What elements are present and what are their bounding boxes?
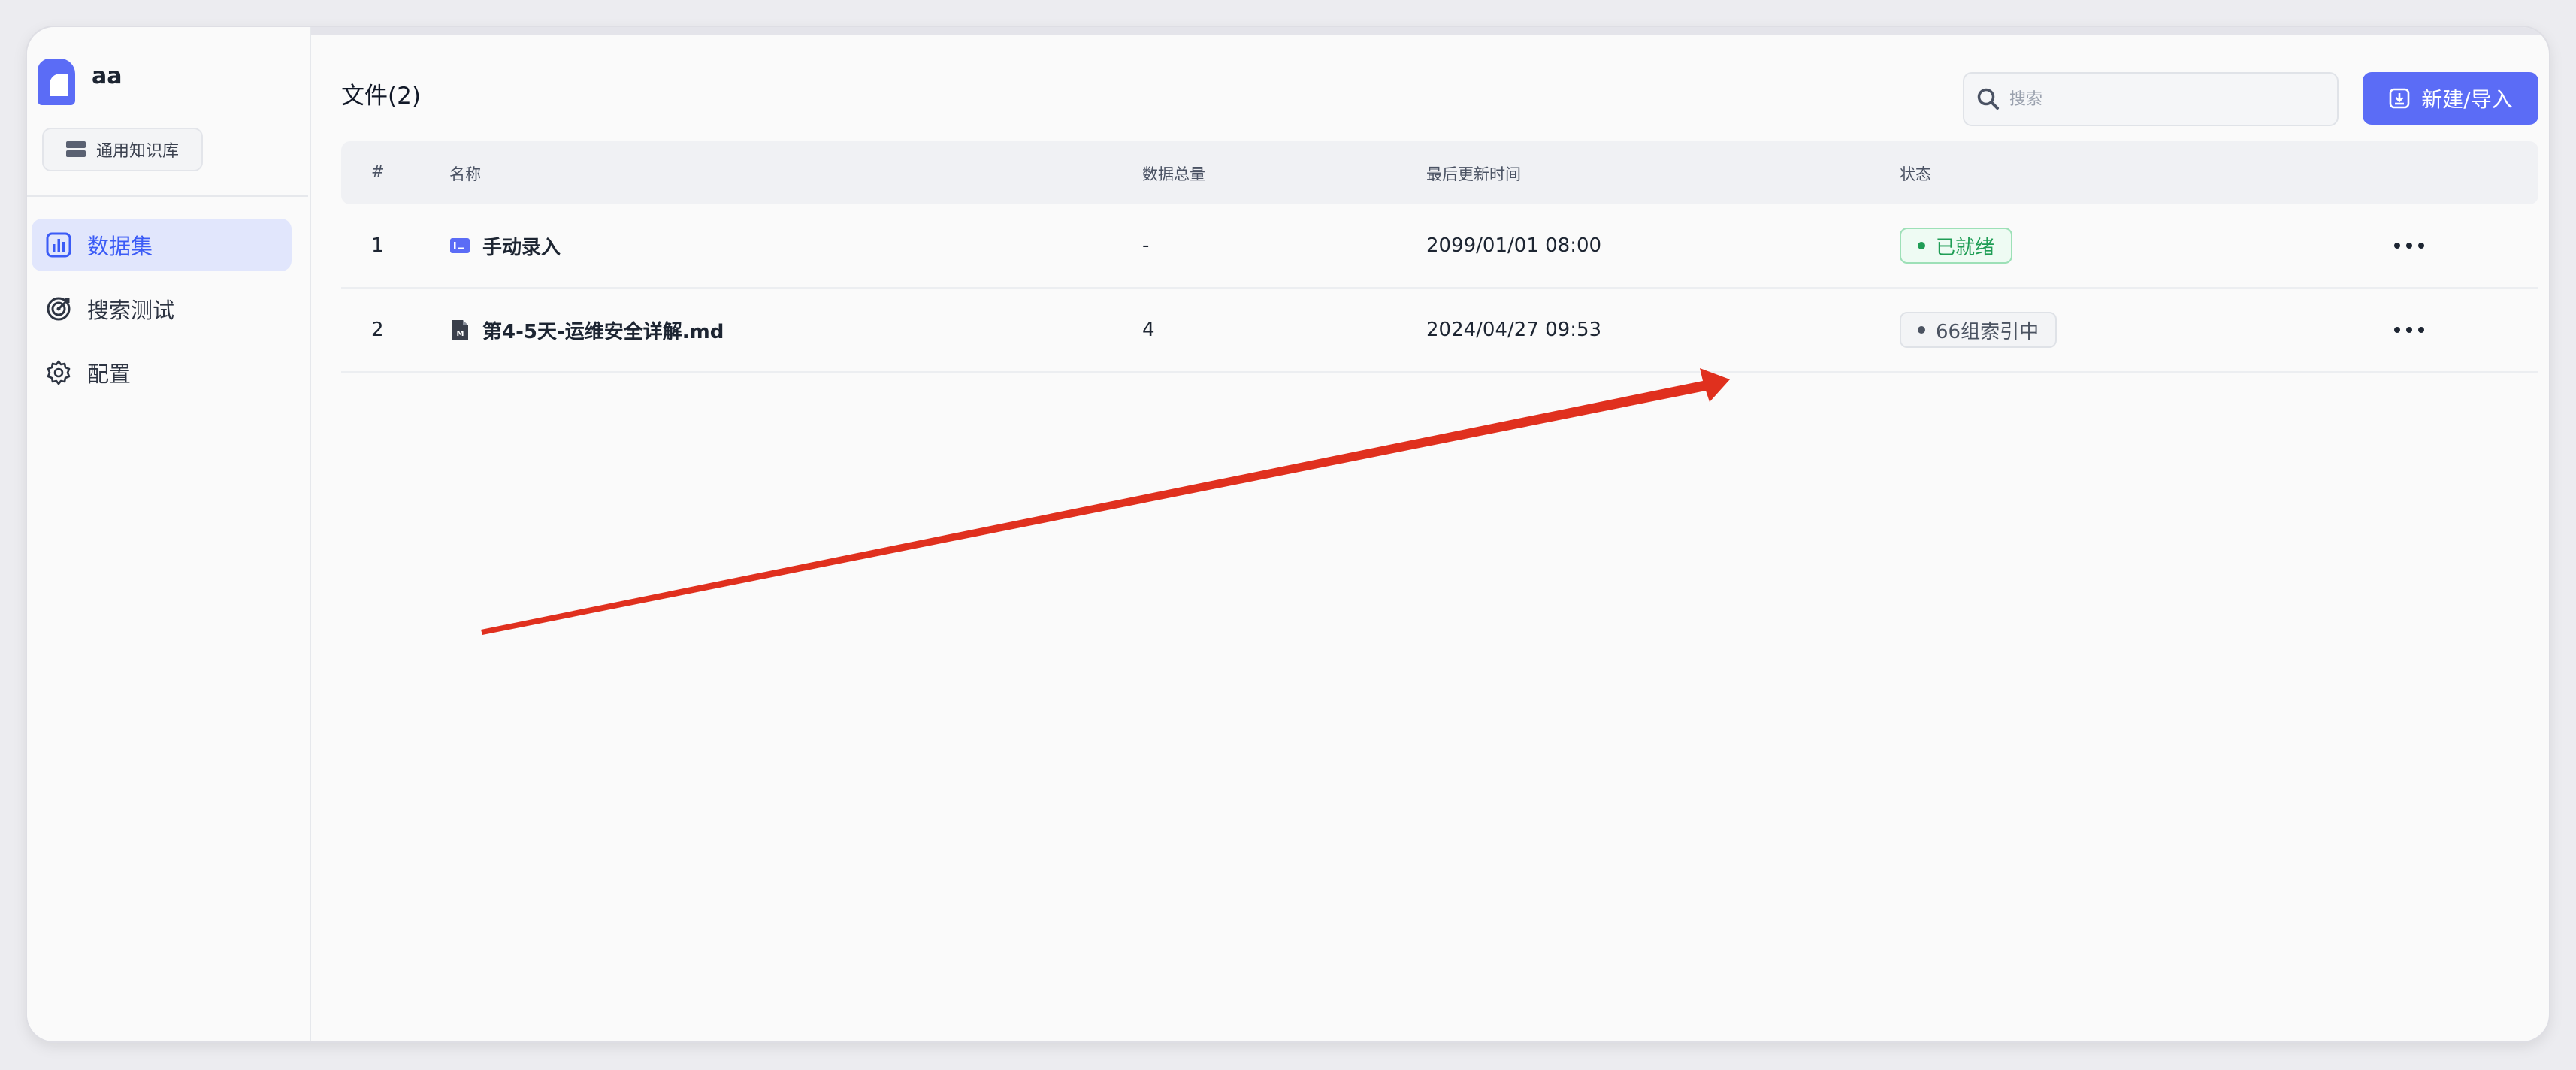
search-box[interactable] bbox=[1963, 72, 2339, 126]
row-updated-time: 2099/01/01 08:00 bbox=[1426, 234, 1602, 257]
sidebar-item-label: 配置 bbox=[87, 361, 132, 387]
markdown-file-icon: M bbox=[449, 319, 470, 340]
row-updated-time: 2024/04/27 09:53 bbox=[1426, 319, 1602, 341]
column-header-count: 数据总量 bbox=[1142, 165, 1205, 183]
sidebar-item-dataset[interactable]: 数据集 bbox=[32, 219, 292, 271]
sidebar-item-search-test[interactable]: 搜索测试 bbox=[32, 283, 292, 335]
row-index: 2 bbox=[371, 319, 384, 341]
status-badge: 66组索引中 bbox=[1900, 312, 2057, 348]
status-label: 66组索引中 bbox=[1936, 320, 2039, 343]
sidebar-item-label: 数据集 bbox=[87, 234, 153, 259]
svg-text:M: M bbox=[457, 330, 464, 338]
row-name-cell: M 第4-5天-运维安全详解.md bbox=[449, 289, 724, 371]
search-icon bbox=[1977, 88, 1999, 110]
table-row[interactable]: 2 M 第4-5天-运维安全详解.md 4 2024/04/27 09:53 6… bbox=[341, 289, 2538, 373]
sidebar-item-label: 搜索测试 bbox=[87, 298, 175, 323]
target-icon bbox=[45, 295, 72, 322]
page-title: 文件(2) bbox=[341, 83, 421, 110]
status-dot-icon bbox=[1918, 326, 1925, 334]
row-name: 手动录入 bbox=[482, 236, 561, 259]
gear-icon bbox=[45, 359, 72, 386]
new-import-button[interactable]: 新建/导入 bbox=[2363, 72, 2538, 125]
app-window: aa 通用知识库 数据集 搜索测试 配置 文件(2) 搜索 新建/导入 # 名称… bbox=[27, 27, 2549, 1041]
more-dots-icon bbox=[2394, 319, 2424, 341]
table-row[interactable]: 1 手动录入 - 2099/01/01 08:00 已就绪 bbox=[341, 204, 2538, 289]
row-status-cell: 66组索引中 bbox=[1900, 289, 2057, 371]
files-table: # 名称 数据总量 最后更新时间 状态 1 手动录入 - 2099/01/01 … bbox=[341, 141, 2538, 373]
row-more-button[interactable] bbox=[2394, 204, 2424, 287]
new-import-label: 新建/导入 bbox=[2421, 87, 2513, 112]
sidebar-item-config[interactable]: 配置 bbox=[32, 346, 292, 399]
main-content: 文件(2) 新建/导入 # 名称 数据总量 最后更新时间 状态 1 bbox=[311, 27, 2549, 1041]
knowledge-base-logo-icon bbox=[38, 59, 75, 105]
row-name: 第4-5天-运维安全详解.md bbox=[482, 320, 724, 343]
row-index: 1 bbox=[371, 234, 384, 257]
search-input[interactable] bbox=[2008, 89, 2327, 110]
knowledge-base-type-tag: 通用知识库 bbox=[42, 128, 203, 171]
status-dot-icon bbox=[1918, 242, 1925, 249]
sidebar: aa 通用知识库 数据集 搜索测试 配置 bbox=[27, 27, 311, 1041]
status-label: 已就绪 bbox=[1936, 236, 1995, 259]
row-count: 4 bbox=[1142, 319, 1155, 341]
column-header-updated: 最后更新时间 bbox=[1426, 165, 1521, 183]
row-count: - bbox=[1142, 234, 1150, 257]
knowledge-base-name: aa bbox=[92, 63, 122, 89]
column-header-index: # bbox=[371, 162, 385, 180]
sidebar-divider bbox=[27, 195, 308, 197]
manual-entry-icon bbox=[449, 235, 470, 256]
row-status-cell: 已就绪 bbox=[1900, 204, 2013, 287]
knowledge-base-type-label: 通用知识库 bbox=[96, 142, 180, 161]
row-more-button[interactable] bbox=[2394, 289, 2424, 371]
database-icon bbox=[66, 141, 86, 158]
bar-chart-icon bbox=[45, 231, 72, 258]
status-badge: 已就绪 bbox=[1900, 228, 2013, 264]
more-dots-icon bbox=[2394, 234, 2424, 257]
column-header-status: 状态 bbox=[1900, 165, 1931, 183]
import-icon bbox=[2389, 88, 2410, 109]
column-header-name: 名称 bbox=[449, 165, 481, 183]
table-header: # 名称 数据总量 最后更新时间 状态 bbox=[341, 141, 2538, 204]
row-name-cell: 手动录入 bbox=[449, 204, 561, 287]
